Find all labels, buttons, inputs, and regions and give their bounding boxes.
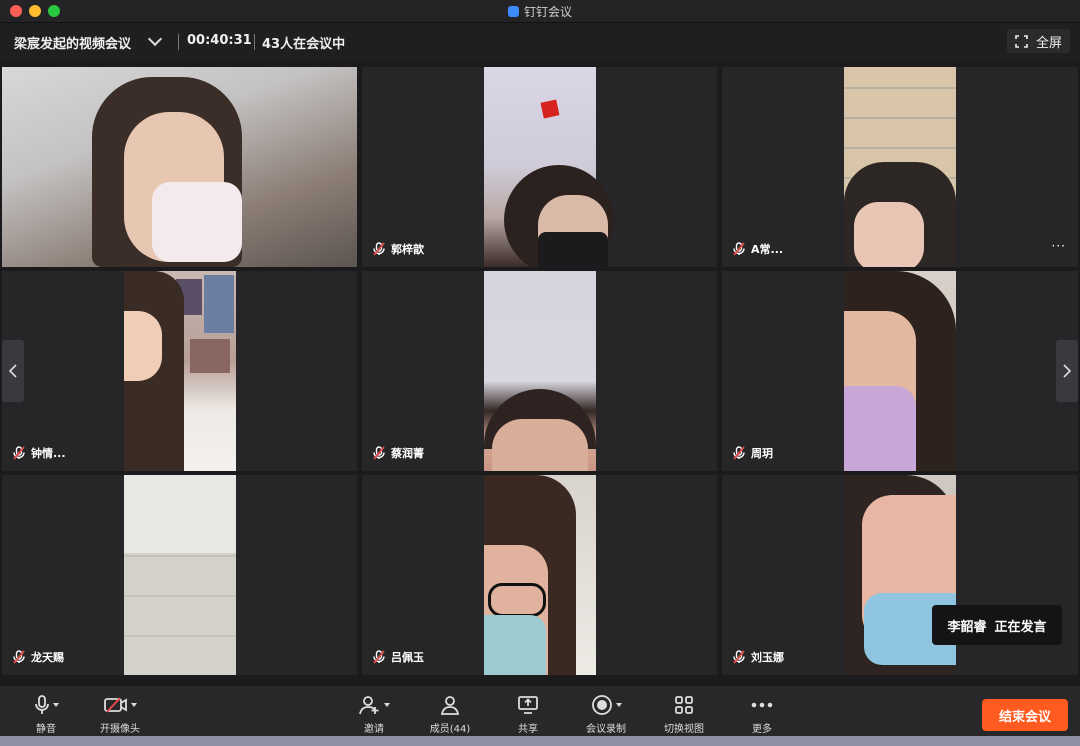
muted-microphone-icon [733, 446, 745, 460]
participant-namebar: 刘玉娜 [732, 649, 784, 665]
mute-button[interactable]: 静音 [6, 694, 86, 735]
chevron-left-icon [9, 364, 17, 378]
participant-namebar: 郭梓歆 [372, 241, 424, 257]
chevron-down-icon[interactable] [147, 31, 163, 47]
participant-name: 钟情... [31, 447, 66, 460]
share-label: 共享 [518, 724, 538, 735]
invite-button[interactable]: 邀请 [334, 694, 414, 735]
camera-button[interactable]: 开摄像头 [80, 694, 160, 735]
participant-video [844, 67, 956, 267]
switch-view-label: 切换视图 [664, 724, 704, 735]
members-button[interactable]: 成员(44) [410, 694, 490, 735]
speaker-status: 正在发言 [994, 619, 1047, 635]
muted-microphone-icon [373, 650, 385, 664]
invite-label: 邀请 [364, 724, 384, 735]
dingtalk-logo-icon [507, 6, 519, 17]
muted-microphone-icon [733, 650, 745, 664]
video-tile[interactable] [2, 67, 357, 267]
muted-microphone-icon [373, 242, 385, 256]
participant-video [484, 67, 614, 267]
participant-video [844, 475, 956, 675]
next-page-button[interactable] [1056, 340, 1078, 402]
camera-off-icon [103, 697, 127, 713]
mute-label: 静音 [36, 724, 56, 735]
participant-namebar: A常... [732, 241, 783, 257]
participant-video [484, 475, 596, 675]
participant-video [124, 271, 236, 471]
fullscreen-button[interactable]: 全屏 [1006, 29, 1070, 53]
muted-microphone-icon [13, 446, 25, 460]
more-label: 更多 [752, 724, 772, 735]
participant-video [2, 67, 357, 267]
screen-share-icon [518, 696, 538, 714]
participant-count: 43人在会议中 [262, 37, 346, 52]
share-button[interactable]: 共享 [488, 694, 568, 735]
participant-name: 吕佩玉 [391, 651, 424, 664]
members-icon [440, 696, 460, 715]
more-icon [751, 702, 773, 708]
speaker-name: 李韶睿 [947, 619, 987, 635]
participant-namebar: 吕佩玉 [372, 649, 424, 665]
more-button[interactable]: 更多 [722, 694, 802, 735]
divider [254, 34, 255, 50]
participant-namebar: 周玥 [732, 445, 773, 461]
video-tile[interactable]: 蔡润菁 [362, 271, 717, 471]
participant-video [844, 271, 956, 471]
record-icon [591, 695, 612, 715]
window-title: 钉钉会议 [0, 3, 1080, 20]
switch-view-button[interactable]: 切换视图 [644, 694, 724, 735]
window-title-text: 钉钉会议 [523, 5, 572, 19]
meeting-info-bar: 梁宸发起的视频会议 00:40:31 43人在会议中 全屏 [0, 23, 1080, 61]
participant-video [484, 271, 596, 471]
add-user-icon [358, 696, 378, 715]
video-tile[interactable]: 龙天赐 [2, 475, 357, 675]
camera-label: 开摄像头 [100, 724, 140, 735]
dock-strip [0, 736, 1080, 746]
participant-name: 郭梓歆 [391, 243, 424, 256]
video-tile[interactable]: 郭梓歆 [362, 67, 717, 267]
record-label: 会议录制 [586, 724, 626, 735]
members-label: 成员(44) [429, 724, 471, 735]
fullscreen-icon [1015, 34, 1028, 48]
previous-page-button[interactable] [2, 340, 24, 402]
microphone-icon [34, 695, 49, 714]
participant-namebar: 钟情... [12, 445, 66, 461]
window-titlebar: 钉钉会议 [0, 0, 1080, 23]
participant-name: 刘玉娜 [751, 651, 784, 664]
muted-microphone-icon [13, 650, 25, 664]
video-tile[interactable]: 吕佩玉 [362, 475, 717, 675]
meeting-duration: 00:40:31 [187, 33, 252, 48]
divider [178, 34, 179, 50]
chevron-right-icon [1063, 364, 1071, 378]
participant-video [124, 475, 236, 675]
meeting-toolbar: 静音 开摄像头 邀请 成员(44) 共享 会议录制 切换视图 更多 [0, 686, 1080, 736]
record-button[interactable]: 会议录制 [566, 694, 646, 735]
participant-namebar: 蔡润菁 [372, 445, 424, 461]
muted-microphone-icon [373, 446, 385, 460]
participant-name: 蔡润菁 [391, 447, 424, 460]
active-speaker-tag: 李韶睿 正在发言 [932, 605, 1062, 645]
participant-name: 周玥 [751, 447, 773, 460]
end-meeting-button[interactable]: 结束会议 [982, 699, 1068, 731]
meeting-name[interactable]: 梁宸发起的视频会议 [14, 33, 131, 52]
fullscreen-label: 全屏 [1035, 35, 1062, 51]
grid-view-icon [675, 696, 693, 714]
video-tile[interactable]: 钟情... [2, 271, 357, 471]
participant-namebar: 龙天赐 [12, 649, 64, 665]
video-tile[interactable]: 周玥 [722, 271, 1078, 471]
muted-microphone-icon [733, 242, 745, 256]
video-tile[interactable]: 刘玉娜 [722, 475, 1078, 675]
more-options-icon[interactable]: ··· [1052, 239, 1066, 253]
participant-name: 龙天赐 [31, 651, 64, 664]
participant-name: A常... [751, 243, 784, 256]
video-tile[interactable]: A常... ··· [722, 67, 1078, 267]
